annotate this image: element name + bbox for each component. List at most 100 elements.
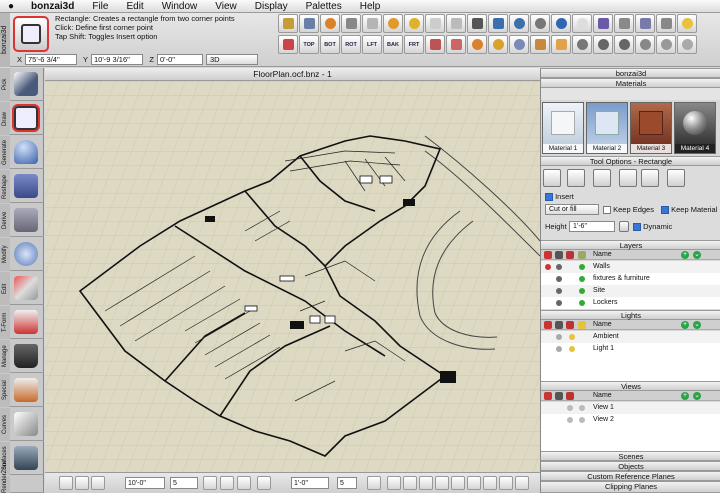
keep-material-checkbox[interactable] bbox=[661, 206, 669, 215]
view-options-button[interactable]: ⌄ bbox=[693, 392, 701, 400]
menu-view[interactable]: View bbox=[206, 0, 246, 13]
dynamic-checkbox[interactable] bbox=[633, 223, 641, 232]
menu-edit[interactable]: Edit bbox=[117, 0, 152, 13]
tool-pick[interactable]: Pick bbox=[0, 68, 44, 101]
zoom-icon[interactable] bbox=[572, 35, 592, 54]
keep-edges-option[interactable]: Keep Edges bbox=[603, 205, 654, 215]
zoom-in-icon[interactable] bbox=[593, 35, 613, 54]
pencil-icon[interactable] bbox=[593, 14, 613, 33]
view-mode-select[interactable]: 3D bbox=[206, 54, 258, 65]
paint-bucket-icon[interactable] bbox=[614, 14, 634, 33]
views-header[interactable]: Views bbox=[541, 381, 720, 391]
scenes-header[interactable]: Scenes bbox=[541, 451, 720, 461]
tool-manage[interactable]: Manage bbox=[0, 340, 44, 373]
snap-mode-icon[interactable] bbox=[367, 476, 381, 490]
shape-prism-icon[interactable] bbox=[593, 169, 611, 187]
light-row[interactable]: Ambient bbox=[541, 331, 720, 343]
menu-file[interactable]: File bbox=[83, 0, 117, 13]
shape-rectangle-icon[interactable] bbox=[543, 169, 561, 187]
shape-box-icon[interactable] bbox=[567, 169, 585, 187]
snap-options-icon[interactable] bbox=[515, 476, 529, 490]
tool-generate[interactable]: Generate bbox=[0, 136, 44, 169]
shaded-button[interactable] bbox=[509, 14, 529, 33]
sphere-render-button[interactable] bbox=[530, 14, 550, 33]
search-icon[interactable] bbox=[499, 476, 513, 490]
eyedropper-icon[interactable] bbox=[635, 14, 655, 33]
x-coordinate-field[interactable]: 75'-6 3/4" bbox=[25, 54, 77, 65]
open-file-button[interactable] bbox=[278, 14, 298, 33]
layer-options-button[interactable]: ⌄ bbox=[693, 251, 701, 259]
view-front-button[interactable]: FRT bbox=[404, 35, 424, 54]
menu-palettes[interactable]: Palettes bbox=[297, 0, 351, 13]
tangent-snap-icon[interactable] bbox=[483, 476, 497, 490]
clipping-planes-header[interactable]: Clipping Planes bbox=[541, 481, 720, 493]
shape-slab-icon[interactable] bbox=[667, 169, 685, 187]
add-view-button[interactable]: + bbox=[681, 392, 689, 400]
layer-row[interactable]: Lockers bbox=[541, 297, 720, 309]
pan-hand-icon[interactable] bbox=[551, 35, 571, 54]
tool-modify[interactable]: Modify bbox=[0, 238, 44, 271]
cut-or-fill-select[interactable]: Cut or fill bbox=[545, 204, 599, 215]
view-left-button[interactable]: LFT bbox=[362, 35, 382, 54]
shape-pyramid-icon[interactable] bbox=[619, 169, 637, 187]
menu-help[interactable]: Help bbox=[351, 0, 390, 13]
eye-icon[interactable] bbox=[556, 288, 562, 294]
endpoint-snap-icon[interactable] bbox=[419, 476, 433, 490]
shape-extrude-icon[interactable] bbox=[641, 169, 659, 187]
materials-header[interactable]: Materials bbox=[541, 78, 720, 88]
insert-option[interactable]: Insert bbox=[545, 192, 574, 202]
camera-icon[interactable] bbox=[656, 14, 676, 33]
intersection-snap-icon[interactable] bbox=[467, 476, 481, 490]
tool-transform[interactable]: T-Form bbox=[0, 306, 44, 339]
hidden-line-button[interactable] bbox=[488, 14, 508, 33]
snap-icon[interactable] bbox=[257, 476, 271, 490]
eye-icon[interactable] bbox=[556, 264, 562, 270]
tool-options-header[interactable]: Tool Options - Rectangle bbox=[541, 156, 720, 166]
eye-icon[interactable] bbox=[556, 300, 562, 306]
material-4-swatch[interactable]: Material 4 bbox=[674, 102, 716, 154]
keep-edges-checkbox[interactable] bbox=[603, 206, 611, 215]
previous-view-icon[interactable] bbox=[677, 35, 697, 54]
grid-count-field[interactable]: 5 bbox=[170, 477, 198, 489]
cut-button[interactable] bbox=[341, 14, 361, 33]
dynamic-option[interactable]: Dynamic bbox=[633, 222, 672, 232]
tool-draw[interactable]: Draw bbox=[0, 102, 44, 135]
view-rotate-button[interactable]: ROT bbox=[341, 35, 361, 54]
3d-viewport[interactable] bbox=[45, 81, 540, 472]
objects-header[interactable]: Objects bbox=[541, 461, 720, 471]
move-view-icon[interactable] bbox=[467, 35, 487, 54]
menu-app[interactable]: bonzai3d bbox=[22, 0, 83, 13]
light-row[interactable]: Light 1 bbox=[541, 343, 720, 355]
perspective-icon[interactable] bbox=[446, 35, 466, 54]
wireframe-button[interactable] bbox=[467, 14, 487, 33]
view-top-button[interactable]: TOP bbox=[299, 35, 319, 54]
rotate-view-icon[interactable] bbox=[488, 35, 508, 54]
zoom-out-icon[interactable] bbox=[614, 35, 634, 54]
material-1-swatch[interactable]: Material 1 bbox=[542, 102, 584, 154]
lights-icon[interactable] bbox=[677, 14, 697, 33]
view-back-button[interactable]: BAK bbox=[383, 35, 403, 54]
y-coordinate-field[interactable]: 10'-9 3/16" bbox=[91, 54, 143, 65]
undo-button[interactable] bbox=[383, 14, 403, 33]
save-button[interactable] bbox=[299, 14, 319, 33]
reference-plane-icon[interactable] bbox=[75, 476, 89, 490]
tool-renderzone[interactable]: RenderZone bbox=[0, 460, 44, 493]
layer-row[interactable]: Site bbox=[541, 285, 720, 297]
snap-grid-icon[interactable] bbox=[91, 476, 105, 490]
redo-button[interactable] bbox=[404, 14, 424, 33]
grid-options-icon[interactable] bbox=[220, 476, 234, 490]
tool-reshape[interactable]: Reshape bbox=[0, 170, 44, 203]
height-pick-icon[interactable] bbox=[619, 221, 629, 232]
custom-reference-planes-header[interactable]: Custom Reference Planes bbox=[541, 471, 720, 481]
material-3-swatch[interactable]: Material 3 bbox=[630, 102, 672, 154]
no-snap-icon[interactable] bbox=[387, 476, 401, 490]
z-coordinate-field[interactable]: 0'-0" bbox=[157, 54, 203, 65]
tool-edit[interactable]: Edit bbox=[0, 272, 44, 305]
grid-lock-icon[interactable] bbox=[203, 476, 217, 490]
insert-checkbox[interactable] bbox=[545, 193, 553, 202]
close-icon[interactable] bbox=[425, 14, 445, 33]
view-row[interactable]: View 1 bbox=[541, 402, 720, 414]
tool-special[interactable]: Special bbox=[0, 374, 44, 407]
grid-display-icon[interactable] bbox=[237, 476, 251, 490]
layers-header[interactable]: Layers bbox=[541, 240, 720, 250]
